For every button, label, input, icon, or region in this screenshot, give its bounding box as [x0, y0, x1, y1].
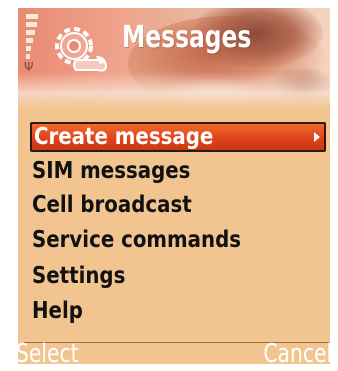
menu-item-label: Cell broadcast: [32, 192, 192, 218]
cancel-softkey[interactable]: Cancel: [263, 340, 330, 364]
page-title: Messages: [122, 20, 252, 55]
menu-item-create-message[interactable]: Create message: [30, 122, 326, 152]
menu-item-settings[interactable]: Settings: [32, 261, 328, 291]
select-softkey[interactable]: Select: [18, 340, 79, 364]
softkey-bar: Select Cancel: [18, 340, 330, 364]
antenna-icon: Ψ: [24, 60, 34, 74]
menu-item-label: Service commands: [32, 227, 242, 253]
menu-item-sim-messages[interactable]: SIM messages: [32, 156, 328, 186]
header: Ψ Messages: [18, 8, 330, 108]
menu-list: Create message SIM messages Cell broadca…: [18, 112, 330, 342]
phone-screen: Ψ Messages Create message SIM messages C…: [18, 8, 330, 364]
menu-item-service-commands[interactable]: Service commands: [32, 225, 328, 255]
menu-item-cell-broadcast[interactable]: Cell broadcast: [32, 190, 328, 220]
menu-item-help[interactable]: Help: [32, 296, 328, 326]
messages-gear-wrench-icon: [55, 27, 108, 72]
menu-item-label: Help: [32, 298, 83, 324]
menu-item-label: Create message: [34, 124, 214, 150]
submenu-arrow-icon: [314, 132, 320, 142]
menu-item-label: Settings: [32, 263, 126, 289]
menu-item-label: SIM messages: [32, 158, 191, 184]
